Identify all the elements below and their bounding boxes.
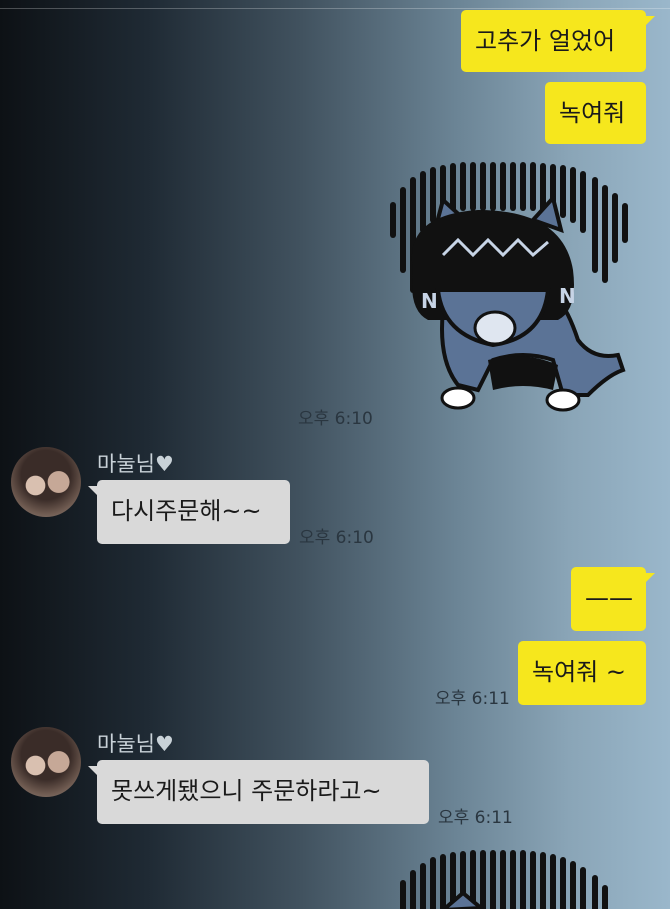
message-timestamp: 오후 6:10	[299, 528, 374, 548]
message-timestamp: 오후 6:10	[298, 409, 373, 429]
top-divider	[0, 0, 670, 9]
crying-cat-sticker-icon[interactable]	[383, 848, 641, 909]
my-message-bubble[interactable]: 녹여줘 ~	[518, 641, 646, 705]
my-message-bubble[interactable]: 녹여줘	[545, 82, 646, 144]
sender-name: 마눌님♥	[97, 452, 174, 476]
sender-name: 마눌님♥	[97, 732, 174, 756]
their-message-bubble[interactable]: 못쓰게됐으니 주문하라고~	[88, 760, 429, 824]
message-timestamp: 오후 6:11	[438, 808, 513, 828]
their-message-bubble[interactable]: 다시주문해~~	[88, 480, 290, 544]
message-timestamp: 오후 6:11	[435, 689, 510, 709]
svg-text:N: N	[559, 284, 576, 308]
my-message-bubble[interactable]: ——	[571, 567, 655, 631]
crying-cat-sticker-icon[interactable]: N N	[383, 160, 641, 412]
svg-text:N: N	[421, 289, 438, 313]
my-message-bubble[interactable]: 고추가 얼었어	[461, 10, 655, 72]
avatar[interactable]	[11, 727, 81, 797]
avatar[interactable]	[11, 447, 81, 517]
